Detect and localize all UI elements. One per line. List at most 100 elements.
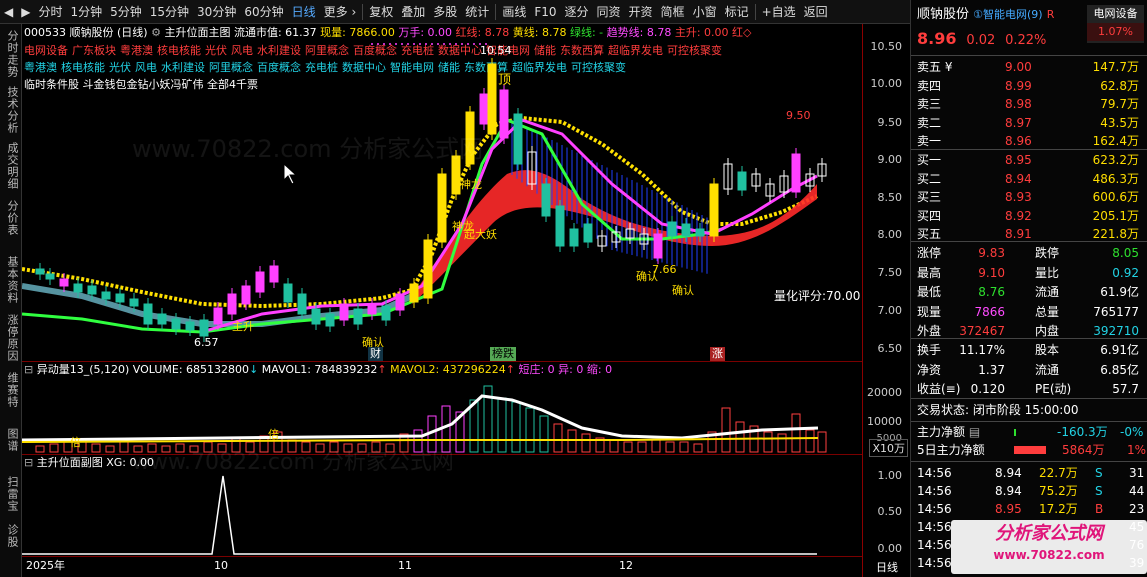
toolbar-item[interactable]: 30分钟 bbox=[193, 0, 240, 24]
abnormal-val: 异: 0 bbox=[558, 363, 584, 376]
candle-body bbox=[185, 321, 195, 331]
left-tab[interactable]: 图谱 bbox=[2, 428, 20, 452]
watermark: www.70822.com 分析家公式网 bbox=[132, 450, 454, 475]
left-tab[interactable]: 涨停原因 bbox=[2, 314, 20, 362]
left-tab[interactable]: 扫雷宝 bbox=[2, 476, 20, 512]
candle-body bbox=[367, 303, 377, 315]
volume-bar bbox=[539, 415, 549, 453]
order-book-row[interactable]: 买二 8.94 486.3万 bbox=[917, 170, 1143, 188]
net5-value: 5864万 bbox=[1062, 443, 1105, 457]
toolbar-item[interactable]: F10 bbox=[530, 0, 560, 24]
nav-back-icon[interactable]: ◀ bbox=[0, 0, 17, 24]
toolbar-item[interactable]: 开资 bbox=[625, 0, 657, 24]
chart-area[interactable]: 000533 顺钠股份 (日线) ⚙ 主升位面主图 流通市值: 61.37 现量… bbox=[22, 24, 862, 577]
candle-body bbox=[45, 273, 55, 280]
book-price: 8.97 bbox=[1005, 115, 1032, 130]
toolbar-item[interactable]: 更多 › bbox=[320, 0, 361, 24]
confirm-label-2: 确认 bbox=[672, 284, 694, 297]
bangdie-badge[interactable]: 榜跌 bbox=[490, 347, 516, 361]
left-tab[interactable]: 诊股 bbox=[2, 524, 20, 548]
order-book-row[interactable]: 买四 8.92 205.1万 bbox=[917, 207, 1143, 225]
sub-panel-title[interactable]: 主升位面副图 bbox=[37, 456, 103, 469]
nav-forward-icon[interactable]: ▶ bbox=[17, 0, 34, 24]
marker-dot bbox=[449, 43, 451, 45]
toolbar-item[interactable]: 叠加 bbox=[397, 0, 429, 24]
stat-left: 9.10 bbox=[978, 265, 1005, 280]
collapse-icon[interactable]: ⊟ bbox=[24, 456, 33, 469]
book-label: 卖一 bbox=[917, 134, 942, 148]
order-book-row[interactable]: 卖五 ¥ 9.00 147.7万 bbox=[917, 58, 1143, 76]
left-tab[interactable]: 维赛特 bbox=[2, 372, 20, 408]
chart-canvas bbox=[22, 43, 827, 555]
toolbar-item[interactable]: 小窗 bbox=[689, 0, 721, 24]
left-tab[interactable]: 基本资料 bbox=[2, 256, 20, 304]
stat-left: 最高 bbox=[917, 265, 942, 280]
tick-v: 75.2万 bbox=[1039, 484, 1078, 498]
candle-body bbox=[325, 313, 335, 327]
volume-bar bbox=[35, 445, 45, 453]
left-tab[interactable]: 分价表 bbox=[2, 200, 20, 236]
book-volume: 486.3万 bbox=[1092, 171, 1139, 186]
order-book-row[interactable]: 卖一 8.96 162.4万 bbox=[917, 132, 1143, 150]
toolbar-item[interactable]: 复权 bbox=[365, 0, 397, 24]
order-book-row[interactable]: 卖二 8.97 43.5万 bbox=[917, 114, 1143, 132]
toolbar-item[interactable]: 画线 bbox=[498, 0, 530, 24]
stat-left: 现量 bbox=[917, 304, 942, 319]
toolbar-item[interactable]: 15分钟 bbox=[146, 0, 193, 24]
period-label[interactable]: 日线 bbox=[876, 559, 898, 575]
toolbar-item[interactable]: 日线 bbox=[288, 0, 320, 24]
mavol2-arrow: ↑ bbox=[505, 363, 515, 376]
volume-panel-title[interactable]: 异动量13_(5,120) bbox=[37, 363, 130, 376]
zhang-badge[interactable]: 涨 bbox=[710, 347, 725, 361]
toolbar-item[interactable]: 60分钟 bbox=[240, 0, 287, 24]
logo-text: 分析家公式网 bbox=[995, 523, 1103, 544]
book-price: 9.00 bbox=[1005, 60, 1032, 74]
order-book-row[interactable]: 买一 8.95 623.2万 bbox=[917, 151, 1143, 169]
book-label: 卖二 bbox=[917, 115, 942, 130]
volume-bar bbox=[105, 445, 115, 453]
tick-p: 8.95 bbox=[995, 502, 1022, 516]
toolbar-item[interactable]: 统计 bbox=[461, 0, 493, 24]
toolbar-item[interactable]: 1分钟 bbox=[66, 0, 106, 24]
toolbar-item[interactable]: 多股 bbox=[429, 0, 461, 24]
candle-body bbox=[695, 228, 705, 237]
toolbar-item[interactable]: 分时 bbox=[34, 0, 66, 24]
left-tab[interactable]: 技术分析 bbox=[2, 86, 20, 134]
toolbar-item[interactable]: 同资 bbox=[593, 0, 625, 24]
toolbar-item[interactable]: 逐分 bbox=[561, 0, 593, 24]
toolbar-item[interactable]: 5分钟 bbox=[106, 0, 146, 24]
concept-tag[interactable]: ①智能电网(9) bbox=[973, 8, 1042, 21]
book-volume: 43.5万 bbox=[1100, 115, 1139, 130]
stat-row: 现量 7866 总量 765177 bbox=[917, 303, 1143, 321]
book-label: 买二 bbox=[917, 171, 942, 186]
volume-bar bbox=[91, 443, 101, 453]
candle-body bbox=[487, 63, 497, 135]
order-book-row[interactable]: 买三 8.93 600.6万 bbox=[917, 188, 1143, 206]
book-label: 买三 bbox=[917, 190, 942, 204]
marker-dot bbox=[401, 43, 403, 45]
toolbar-item[interactable]: +自选 bbox=[758, 0, 800, 24]
candle-body bbox=[681, 223, 691, 237]
left-tab[interactable]: 成交明细 bbox=[2, 142, 20, 190]
cai-badge[interactable]: 财 bbox=[368, 347, 383, 361]
order-book-row[interactable]: 卖三 8.98 79.7万 bbox=[917, 95, 1143, 113]
stat-left: 11.17% bbox=[959, 343, 1005, 357]
stat-right: 765177 bbox=[1093, 304, 1139, 319]
mavol2-value: MAVOL2: 437296224 bbox=[390, 363, 506, 376]
collapse-icon[interactable]: ⊟ bbox=[24, 363, 33, 376]
toolbar-separator bbox=[754, 3, 756, 20]
candle-body bbox=[115, 293, 125, 303]
toolbar-item[interactable]: 标记 bbox=[721, 0, 753, 24]
book-price: 8.99 bbox=[1005, 78, 1032, 93]
calendar-icon[interactable]: ▤ bbox=[969, 425, 980, 439]
toolbar-item[interactable]: 返回 bbox=[800, 0, 832, 24]
last-price: 8.96 bbox=[917, 29, 957, 48]
left-tab[interactable]: 分时走势 bbox=[2, 30, 20, 78]
book-volume: 205.1万 bbox=[1092, 208, 1139, 223]
quant-score: 量化评分:70.00 bbox=[774, 289, 861, 303]
order-book-row[interactable]: 卖四 8.99 62.8万 bbox=[917, 77, 1143, 95]
candle-body bbox=[157, 313, 167, 325]
candle-body bbox=[569, 228, 579, 247]
toolbar-item[interactable]: 简框 bbox=[657, 0, 689, 24]
candle-body bbox=[213, 307, 223, 325]
